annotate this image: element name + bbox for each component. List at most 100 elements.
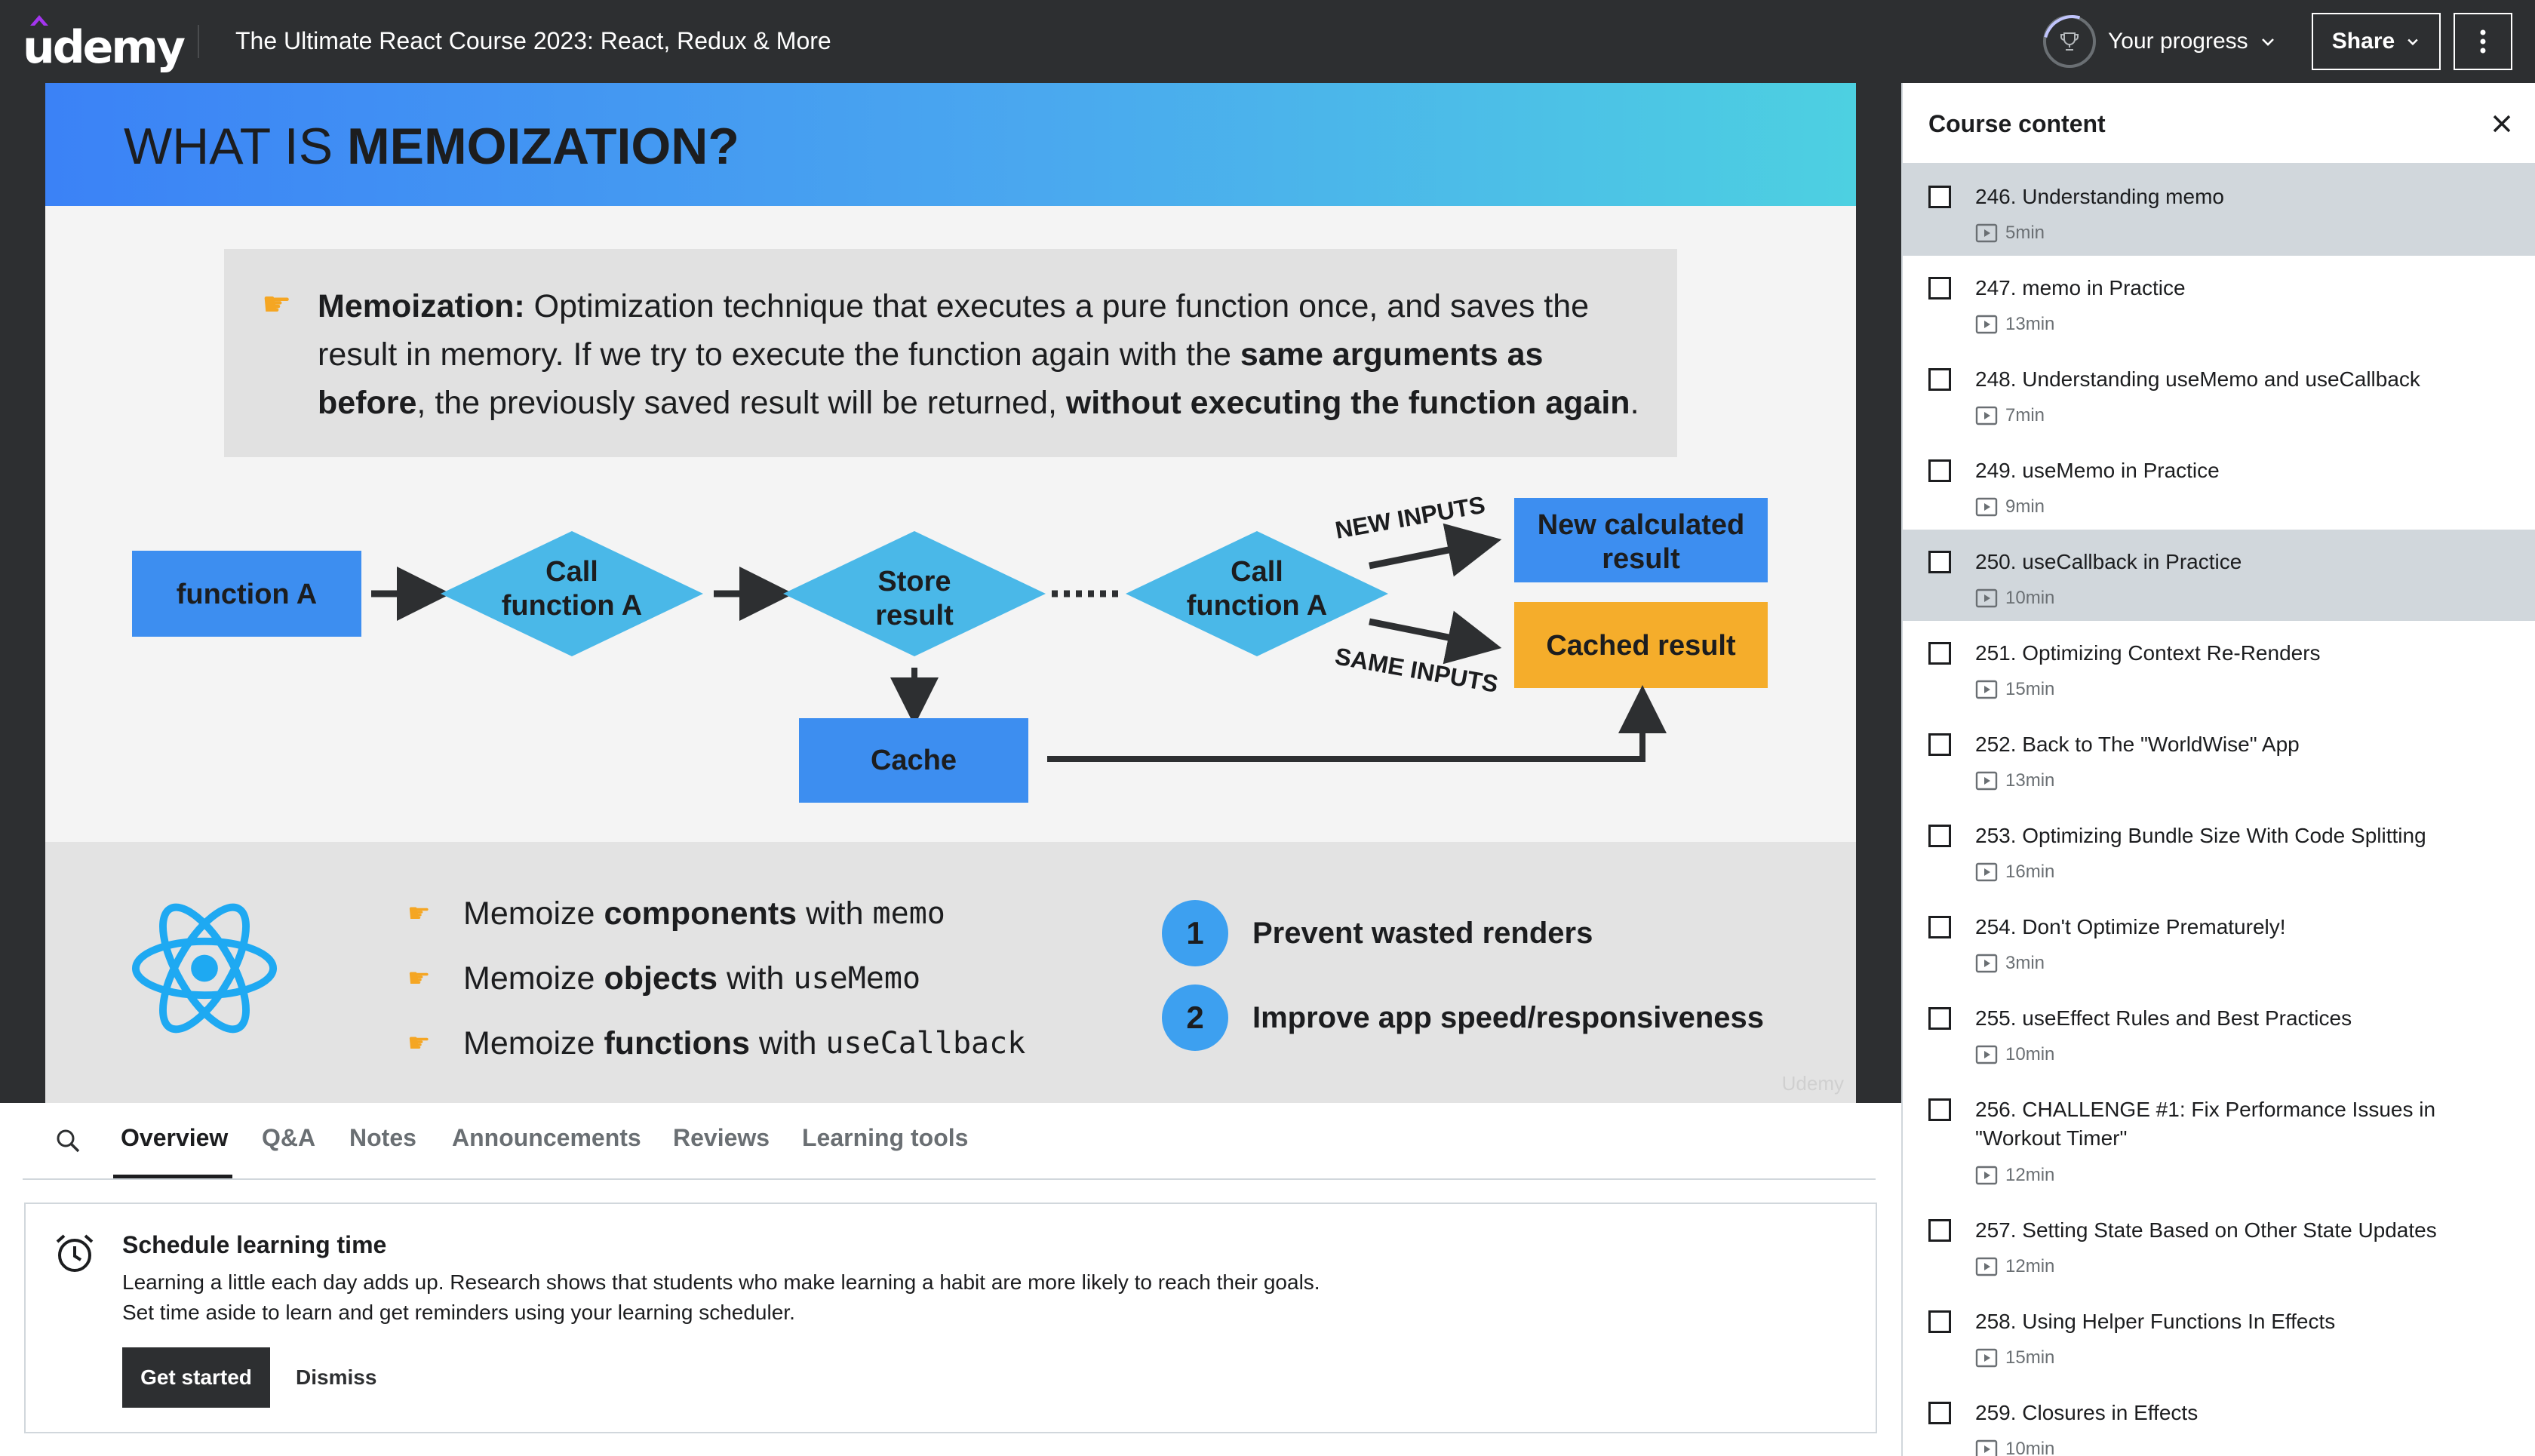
tab-notes[interactable]: Notes xyxy=(349,1124,416,1152)
schedule-title: Schedule learning time xyxy=(122,1231,387,1258)
video-play-icon xyxy=(1975,1348,1998,1368)
tab-reviews[interactable]: Reviews xyxy=(673,1124,770,1152)
lecture-title: 254. Don't Optimize Prematurely! xyxy=(1975,915,2286,938)
more-options-button[interactable] xyxy=(2454,13,2512,70)
lecture-title: 250. useCallback in Practice xyxy=(1975,550,2242,573)
lecture-title: 247. memo in Practice xyxy=(1975,276,2186,299)
lecture-meta: 13min xyxy=(1975,314,2054,335)
tab-learning-tools[interactable]: Learning tools xyxy=(802,1124,968,1152)
progress-ring xyxy=(2043,15,2096,68)
trophy-icon xyxy=(2060,32,2079,51)
lecture-checkbox[interactable] xyxy=(1928,642,1951,665)
lecture-title: 251. Optimizing Context Re-Renders xyxy=(1975,641,2321,665)
lecture-checkbox[interactable] xyxy=(1928,551,1951,573)
lecture-duration: 12min xyxy=(2005,1256,2055,1276)
dismiss-button[interactable]: Dismiss xyxy=(296,1347,376,1408)
progress-button[interactable]: Your progress xyxy=(2043,15,2277,68)
lecture-item[interactable]: 248. Understanding useMemo and useCallba… xyxy=(1903,347,2535,438)
chevron-down-icon xyxy=(2261,38,2274,46)
lecture-duration: 5min xyxy=(2005,223,2045,243)
memo-item: ☛ Memoize components with memo xyxy=(407,881,1025,946)
lecture-checkbox[interactable] xyxy=(1928,186,1951,208)
lecture-item[interactable]: 250. useCallback in Practice 10min xyxy=(1903,530,2535,621)
lecture-checkbox[interactable] xyxy=(1928,1098,1951,1121)
lecture-checkbox[interactable] xyxy=(1928,916,1951,938)
course-content-sidebar: Course content 246. Understanding memo 5m… xyxy=(1901,83,2535,1456)
sidebar-header: Course content xyxy=(1903,83,2535,164)
share-button[interactable]: Share xyxy=(2312,13,2441,70)
lecture-duration: 10min xyxy=(2005,588,2055,608)
goal-number-badge: 2 xyxy=(1162,984,1228,1051)
memo-item-mid: with xyxy=(806,895,864,932)
lecture-checkbox[interactable] xyxy=(1928,1007,1951,1030)
goal-text: Prevent wasted renders xyxy=(1252,916,1593,950)
tab-qa[interactable]: Q&A xyxy=(262,1124,315,1152)
react-logo-icon xyxy=(131,903,278,1034)
video-play-icon xyxy=(1975,954,1998,973)
memo-item: ☛ Memoize functions with useCallback xyxy=(407,1011,1025,1076)
lecture-item[interactable]: 257. Setting State Based on Other State … xyxy=(1903,1198,2535,1289)
video-play-icon xyxy=(1975,680,1998,699)
udemy-logo[interactable]: udemy xyxy=(23,14,186,74)
memo-item-mid: with xyxy=(758,1024,817,1061)
lecture-slide: WHAT IS MEMOIZATION? ☛ Memoization: Opti… xyxy=(45,83,1856,1103)
lecture-meta: 5min xyxy=(1975,223,2045,244)
lecture-meta: 12min xyxy=(1975,1256,2054,1277)
lecture-title: 255. useEffect Rules and Best Practices xyxy=(1975,1006,2352,1030)
schedule-body: Learning a little each day adds up. Rese… xyxy=(122,1267,1842,1328)
pointing-hand-icon: ☛ xyxy=(407,1029,431,1058)
lecture-item[interactable]: 247. memo in Practice 13min xyxy=(1903,256,2535,347)
cache-return-arrow xyxy=(1047,685,1667,762)
video-player[interactable]: WHAT IS MEMOIZATION? ☛ Memoization: Opti… xyxy=(0,83,1901,1103)
lecture-checkbox[interactable] xyxy=(1928,1219,1951,1242)
alarm-clock-icon xyxy=(56,1234,94,1272)
lecture-checkbox[interactable] xyxy=(1928,459,1951,482)
video-play-icon xyxy=(1975,1166,1998,1185)
lecture-item[interactable]: 252. Back to The "WorldWise" App 13min xyxy=(1903,712,2535,803)
lecture-duration: 13min xyxy=(2005,770,2055,791)
lecture-item[interactable]: 259. Closures in Effects 10min xyxy=(1903,1381,2535,1456)
memo-item-code: memo xyxy=(872,896,945,931)
lecture-checkbox[interactable] xyxy=(1928,1310,1951,1333)
lecture-item[interactable]: 258. Using Helper Functions In Effects 15… xyxy=(1903,1289,2535,1381)
lecture-title: 258. Using Helper Functions In Effects xyxy=(1975,1310,2336,1333)
lecture-meta: 10min xyxy=(1975,1439,2054,1456)
chevron-down-icon xyxy=(2407,38,2418,46)
goal-item: 1 Prevent wasted renders xyxy=(1162,891,1764,975)
course-title[interactable]: The Ultimate React Course 2023: React, R… xyxy=(235,27,831,55)
lecture-title: 248. Understanding useMemo and useCallba… xyxy=(1975,367,2420,391)
schedule-learning-card: Schedule learning time Learning a little… xyxy=(24,1203,1877,1433)
tab-announcements[interactable]: Announcements xyxy=(452,1124,641,1152)
lecture-item[interactable]: 256. CHALLENGE #1: Fix Performance Issue… xyxy=(1903,1077,2535,1198)
lecture-duration: 10min xyxy=(2005,1439,2055,1456)
get-started-button[interactable]: Get started xyxy=(122,1347,270,1408)
lecture-checkbox[interactable] xyxy=(1928,825,1951,847)
pointing-hand-icon: ☛ xyxy=(407,899,431,928)
lecture-item[interactable]: 249. useMemo in Practice 9min xyxy=(1903,438,2535,530)
lecture-checkbox[interactable] xyxy=(1928,733,1951,756)
tab-overview[interactable]: Overview xyxy=(121,1124,228,1152)
lecture-checkbox[interactable] xyxy=(1928,368,1951,391)
lecture-item[interactable]: 255. useEffect Rules and Best Practices 1… xyxy=(1903,986,2535,1077)
search-icon[interactable] xyxy=(54,1127,81,1154)
memo-item: ☛ Memoize objects with useMemo xyxy=(407,946,1025,1011)
call-label-line1: Call xyxy=(545,556,598,588)
lecture-item[interactable]: 246. Understanding memo 5min xyxy=(1903,164,2535,256)
share-label: Share xyxy=(2331,29,2395,54)
lecture-checkbox[interactable] xyxy=(1928,1402,1951,1424)
lecture-meta: 15min xyxy=(1975,1347,2054,1368)
memo-item-pre: Memoize xyxy=(463,895,595,932)
lecture-item[interactable]: 254. Don't Optimize Prematurely! 3min xyxy=(1903,895,2535,986)
call-again-line1: Call xyxy=(1231,556,1283,588)
goals-list: 1 Prevent wasted renders 2 Improve app s… xyxy=(1162,891,1764,1060)
close-icon[interactable] xyxy=(2490,112,2514,136)
store-label-line1: Store xyxy=(877,566,951,597)
memo-item-bold: components xyxy=(604,895,797,932)
lecture-item[interactable]: 251. Optimizing Context Re-Renders 15min xyxy=(1903,621,2535,712)
lecture-duration: 10min xyxy=(2005,1044,2055,1064)
goal-text: Improve app speed/responsiveness xyxy=(1252,1000,1765,1034)
lecture-duration: 9min xyxy=(2005,496,2045,517)
lecture-item[interactable]: 253. Optimizing Bundle Size With Code Sp… xyxy=(1903,803,2535,895)
schedule-line-1: Learning a little each day adds up. Rese… xyxy=(122,1270,1320,1294)
lecture-checkbox[interactable] xyxy=(1928,277,1951,299)
